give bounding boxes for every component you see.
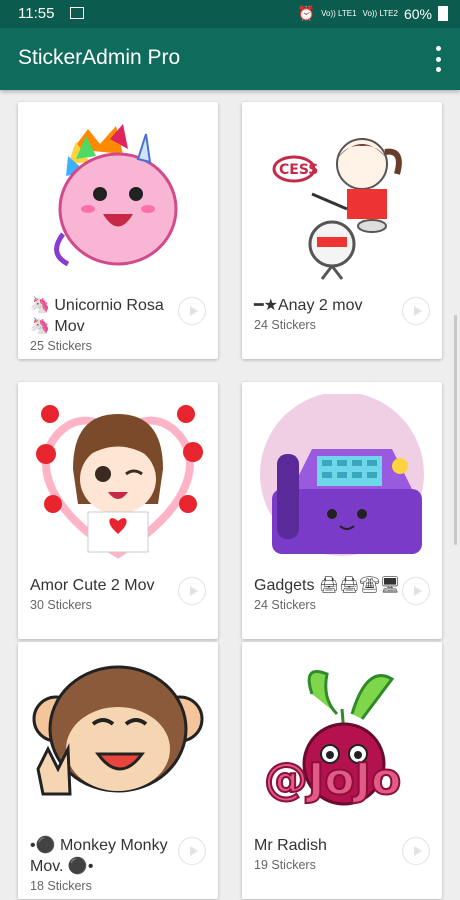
pack-name: Mr Radish xyxy=(254,837,327,854)
pack-count: 18 Stickers xyxy=(30,879,92,893)
sticker-pack-card[interactable]: •⚫ Monkey Monky Mov. ⚫• 18 Stickers xyxy=(18,642,218,899)
pack-name: Amor Cute 2 Mov xyxy=(30,577,155,594)
app-title: StickerAdmin Pro xyxy=(18,46,181,69)
pack-name: •⚫ Monkey Monky Mov. ⚫• xyxy=(30,837,168,875)
image-notification-icon xyxy=(70,7,84,19)
pack-count: 30 Stickers xyxy=(30,598,92,612)
scrollbar[interactable] xyxy=(454,315,457,545)
play-button-icon[interactable] xyxy=(178,297,206,325)
monkey-sticker-image xyxy=(32,665,204,796)
radish-sticker-image: @JoJo xyxy=(263,670,402,806)
svg-text:CESS: CESS xyxy=(279,162,318,178)
unicorn-sticker-image xyxy=(54,124,178,267)
heart-girl-sticker-image xyxy=(36,405,203,559)
play-button-icon[interactable] xyxy=(402,297,430,325)
sticker-pack-card[interactable]: Amor Cute 2 Mov 30 Stickers xyxy=(18,382,218,639)
sticker-pack-card[interactable]: 🦄 Unicornio Rosa 🦄 Mov 25 Stickers xyxy=(18,102,218,359)
signal-lte1-icon: Vo)) LTE1 xyxy=(321,8,357,18)
pack-count: 25 Stickers xyxy=(30,339,92,353)
svg-text:@JoJo: @JoJo xyxy=(264,754,401,805)
battery-percent: 60% xyxy=(403,5,432,22)
play-button-icon[interactable] xyxy=(402,577,430,605)
status-time: 11:55 xyxy=(18,5,55,22)
play-button-icon[interactable] xyxy=(178,837,206,865)
status-icons: ⏰ Vo)) LTE1 Vo)) LTE2 60% xyxy=(298,5,448,22)
overflow-menu-icon[interactable] xyxy=(430,46,446,72)
play-button-icon[interactable] xyxy=(178,577,206,605)
app-bar: StickerAdmin Pro xyxy=(0,28,460,90)
battery-icon xyxy=(438,6,448,21)
signal-lte2-icon: Vo)) LTE2 xyxy=(362,8,398,18)
sticker-pack-card[interactable]: @JoJo Mr Radish 19 Stickers xyxy=(242,642,442,899)
pack-count: 24 Stickers xyxy=(254,318,316,332)
pack-name: 🦄 Unicornio Rosa 🦄 Mov xyxy=(30,297,164,335)
pack-name: ━★Anay 2 mov xyxy=(254,297,363,314)
alarm-icon: ⏰ xyxy=(297,5,316,21)
sticker-pack-card[interactable]: Gadgets 🖨🖨☎🖥 24 Stickers xyxy=(242,382,442,639)
pack-count: 19 Stickers xyxy=(254,858,316,872)
drummer-girl-sticker-image: CESS xyxy=(272,138,402,280)
play-button-icon[interactable] xyxy=(402,837,430,865)
telephone-gadget-sticker-image xyxy=(260,394,424,556)
status-bar: 11:55 ⏰ Vo)) LTE1 Vo)) LTE2 60% xyxy=(0,0,460,28)
pack-name: Gadgets 🖨🖨☎🖥 xyxy=(254,577,401,594)
sticker-pack-grid: 🦄 Unicornio Rosa 🦄 Mov 25 Stickers CESS … xyxy=(0,90,460,900)
pack-count: 24 Stickers xyxy=(254,598,316,612)
sticker-pack-card[interactable]: CESS ━★Anay 2 mov 24 Stickers xyxy=(242,102,442,359)
